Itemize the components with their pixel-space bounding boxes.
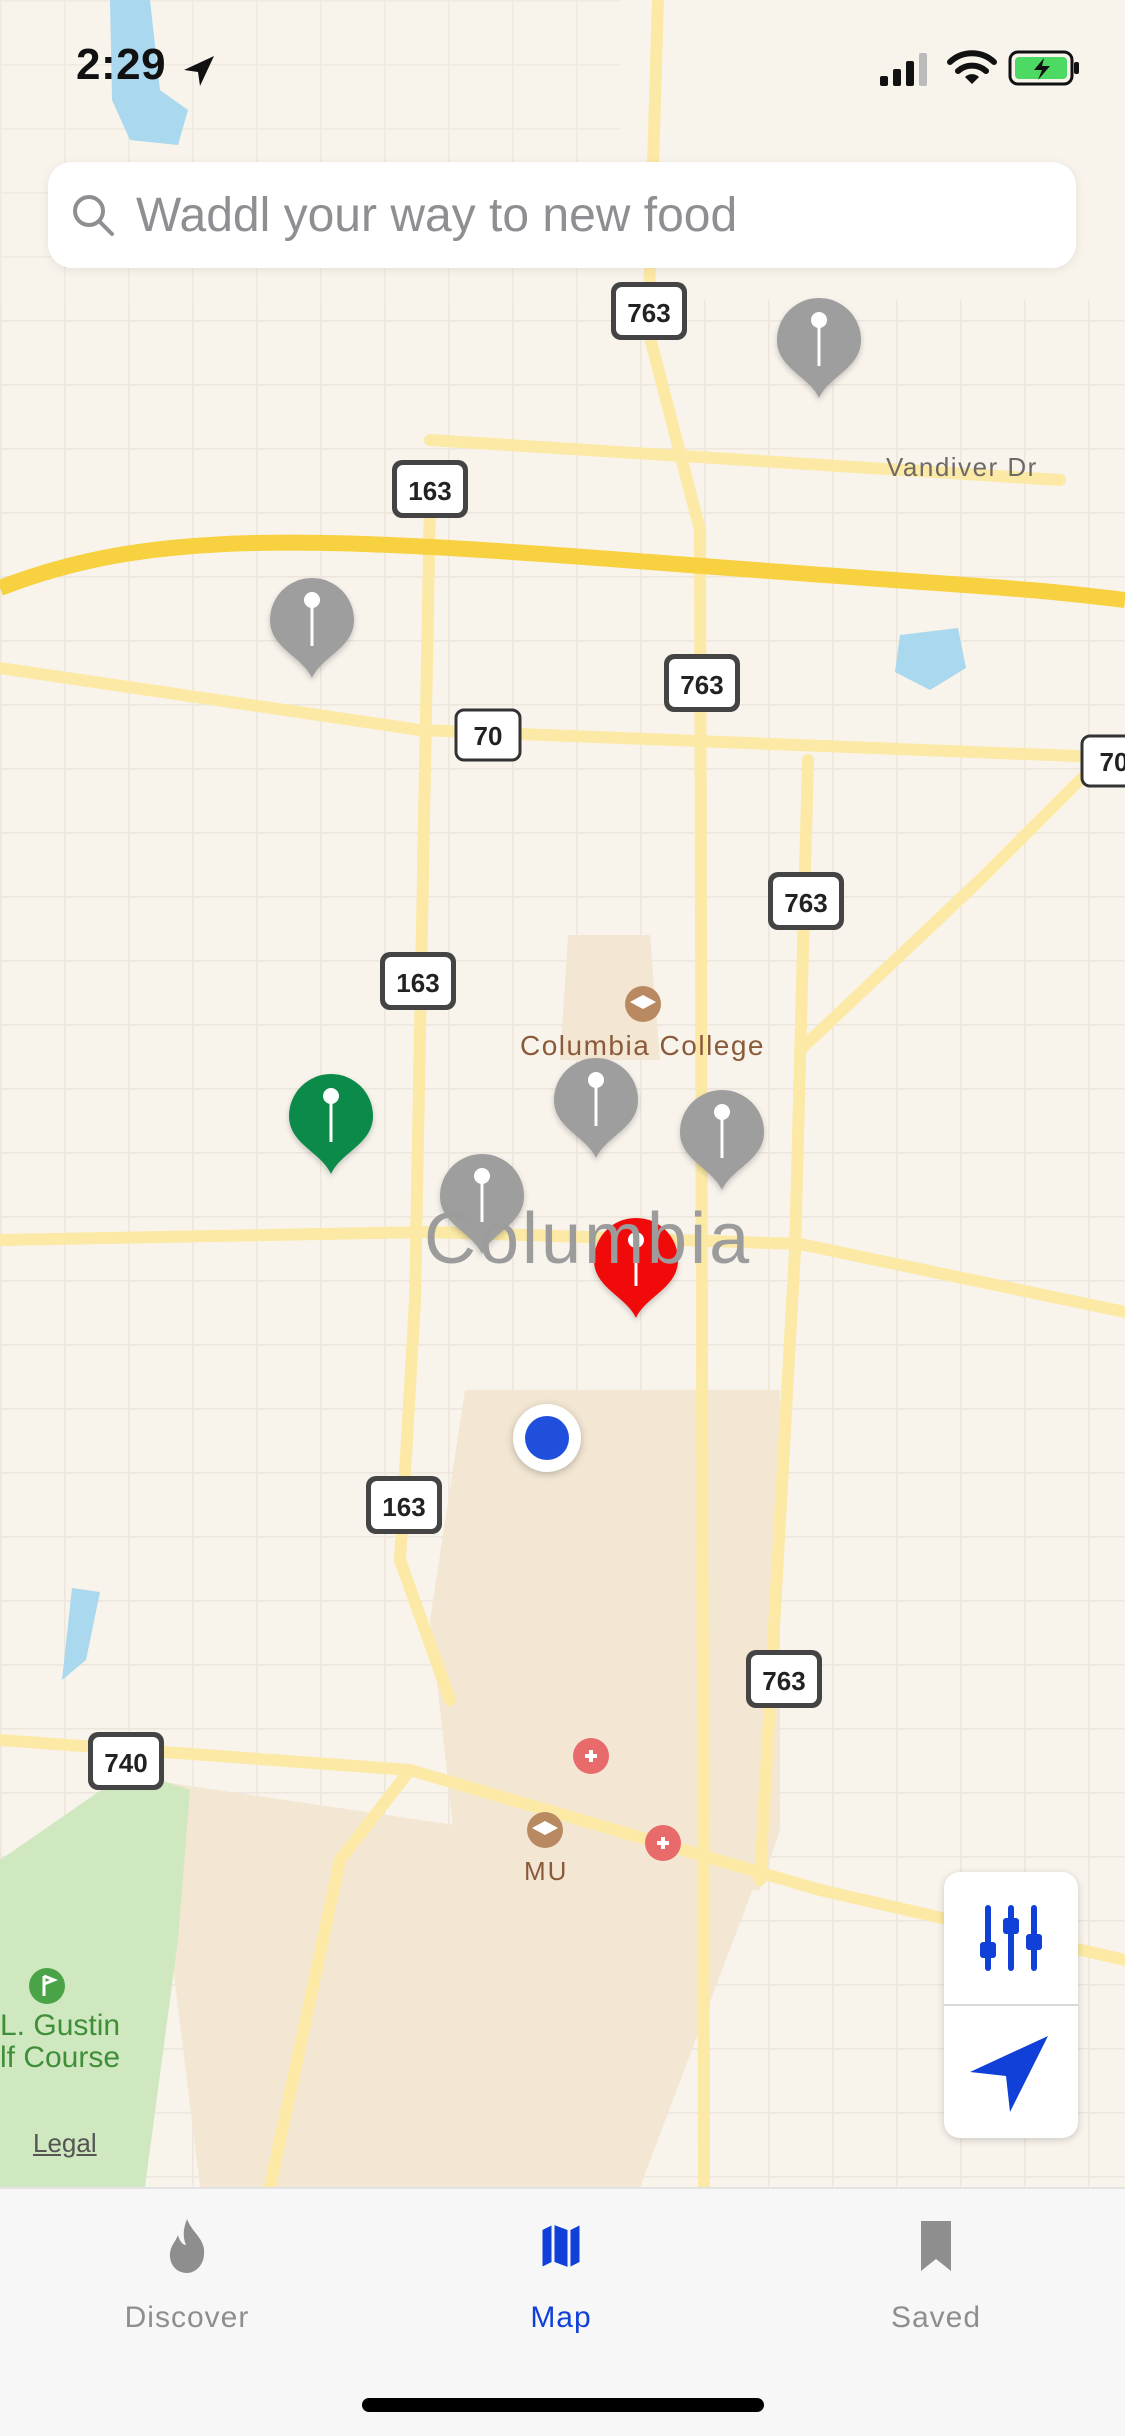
- search-bar[interactable]: Waddl your way to new food: [48, 162, 1076, 268]
- svg-text:70: 70: [1100, 747, 1125, 777]
- tab-discover-label: Discover: [124, 2301, 250, 2334]
- route-shield-763: 763: [664, 654, 740, 712]
- hospital-icon: [645, 1825, 681, 1861]
- sliders-icon: [980, 1905, 1042, 1971]
- svg-text:163: 163: [382, 1492, 425, 1522]
- map-icon: [539, 2221, 583, 2271]
- mu-college-icon: [527, 1812, 563, 1848]
- poi-label-mu[interactable]: MU: [524, 1856, 568, 1887]
- golf-label-line-2: lf Course: [0, 2041, 121, 2074]
- route-shield-740: 740: [88, 1732, 164, 1790]
- search-icon: [73, 195, 114, 236]
- poi-label-golf-course[interactable]: L. Gustin lf Course: [0, 2010, 120, 2074]
- campus-area: [430, 1390, 780, 1890]
- status-time: 2:29: [76, 40, 167, 89]
- route-shield-163: 163: [392, 460, 468, 518]
- golf-label-line-1: L. Gustin: [0, 2009, 121, 2042]
- route-shield-763: 763: [768, 872, 844, 930]
- svg-text:70: 70: [474, 721, 503, 751]
- svg-text:763: 763: [784, 888, 827, 918]
- route-shield-163: 163: [366, 1476, 442, 1534]
- city-label-columbia: Columbia: [424, 1199, 753, 1279]
- route-shield-70: 70: [454, 708, 522, 762]
- tab-saved[interactable]: Saved: [836, 2189, 1036, 2339]
- tab-saved-label: Saved: [890, 2301, 982, 2334]
- battery-charging-icon: [1008, 50, 1079, 86]
- legal-link[interactable]: Legal: [33, 2128, 97, 2159]
- street-label-vandiver-dr: Vandiver Dr: [886, 452, 1038, 482]
- svg-text:763: 763: [680, 670, 723, 700]
- locate-me-button[interactable]: [944, 2006, 1078, 2138]
- svg-text:740: 740: [104, 1748, 147, 1778]
- route-shield-163: 163: [380, 952, 456, 1010]
- college-icon: [625, 986, 661, 1022]
- route-shield-763: 763: [611, 282, 687, 340]
- golf-icon: [29, 1968, 65, 2004]
- filter-button[interactable]: [944, 1872, 1078, 2004]
- poi-label-columbia-college[interactable]: Columbia College: [520, 1030, 765, 1062]
- tab-map[interactable]: Map: [461, 2189, 661, 2339]
- location-arrow-icon: [970, 2036, 1048, 2112]
- status-bar: 2:29: [0, 0, 1125, 140]
- wifi-icon: [947, 50, 997, 84]
- svg-text:763: 763: [762, 1666, 805, 1696]
- search-input[interactable]: Waddl your way to new food: [136, 188, 737, 243]
- location-services-icon: [184, 56, 214, 86]
- svg-text:763: 763: [627, 298, 670, 328]
- tab-discover[interactable]: Discover: [87, 2189, 287, 2339]
- bookmark-icon: [921, 2221, 951, 2271]
- flame-icon: [169, 2219, 205, 2273]
- tab-map-label: Map: [530, 2301, 592, 2334]
- user-location-dot: [513, 1404, 581, 1472]
- svg-text:163: 163: [408, 476, 451, 506]
- map-controls: [944, 1872, 1078, 2138]
- route-shield-763: 763: [746, 1650, 822, 1708]
- route-shield-70-east: 70: [1080, 734, 1125, 788]
- home-indicator: [362, 2398, 764, 2412]
- cellular-signal-icon: [880, 53, 927, 86]
- hospital-icon: [573, 1738, 609, 1774]
- svg-text:163: 163: [396, 968, 439, 998]
